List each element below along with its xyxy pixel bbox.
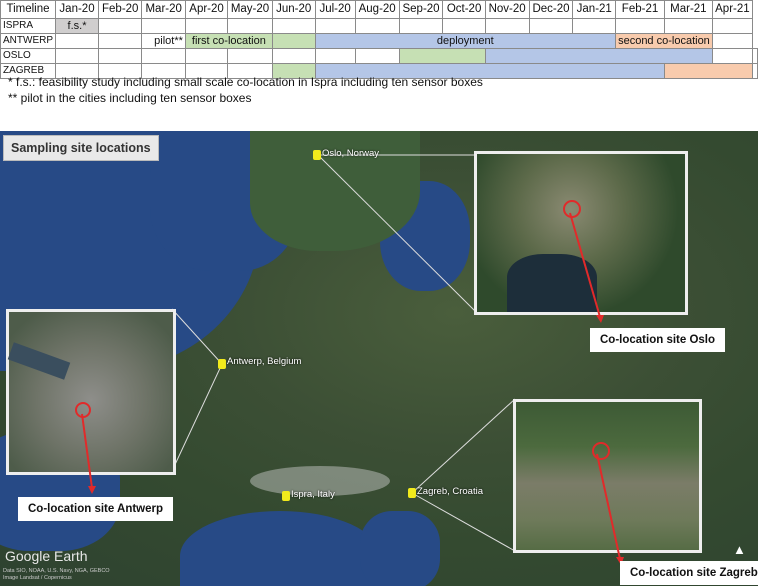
oslo-label: Oslo, Norway xyxy=(322,148,380,159)
zagreb-connector xyxy=(411,398,516,494)
antwerp-circle-icon xyxy=(75,402,91,418)
month-header: Apr-21 xyxy=(711,0,754,19)
month-header: Mar-21 xyxy=(663,0,713,19)
footnotes: * f.s.: feasibility study including smal… xyxy=(8,74,483,106)
zagreb-circle-icon xyxy=(592,442,610,460)
antwerp-pin-icon xyxy=(218,359,226,369)
month-header: Aug-20 xyxy=(354,0,400,19)
imagery-credits: Data SIO, NOAA, U.S. Navy, NGA, GEBCO Im… xyxy=(3,568,110,582)
zagreb-connector xyxy=(411,492,516,552)
month-header: Jul-20 xyxy=(314,0,356,19)
oslo-callout: Co-location site Oslo xyxy=(590,328,726,352)
footnote-pilot: ** pilot in the cities including ten sen… xyxy=(8,91,252,105)
month-header: Apr-20 xyxy=(184,0,229,19)
oslo-pin-icon xyxy=(313,150,321,160)
pilot-label: pilot** xyxy=(141,33,186,49)
antwerp-inset-image xyxy=(6,309,176,475)
antwerp-label: Antwerp, Belgium xyxy=(227,356,302,367)
second-colocation-bar: second co-location xyxy=(615,33,713,49)
first-colocation-bar-end xyxy=(271,33,316,49)
oslo-connector xyxy=(317,154,476,312)
month-header: Jun-20 xyxy=(271,0,316,19)
ispra-label: Ispra, Italy xyxy=(291,489,335,500)
oslo-inset-image xyxy=(474,151,688,315)
month-header: Feb-20 xyxy=(98,0,143,19)
footnote-feasibility: * f.s.: feasibility study including smal… xyxy=(8,75,483,89)
month-header: May-20 xyxy=(227,0,273,19)
row-label-oslo: OSLO xyxy=(0,48,56,64)
timeline-row-antwerp: ANTWERP pilot** first co-location deploy… xyxy=(0,33,758,49)
timeline-header-row: Timeline Jan-20 Feb-20 Mar-20 Apr-20 May… xyxy=(0,0,758,19)
month-header: Nov-20 xyxy=(484,0,530,19)
timeline-table: Timeline Jan-20 Feb-20 Mar-20 Apr-20 May… xyxy=(0,0,758,79)
google-earth-logo: Google Earth xyxy=(5,548,88,564)
zagreb-label: Zagreb, Croatia xyxy=(417,486,484,497)
oslo-colocation-bar xyxy=(398,48,486,64)
row-label-antwerp: ANTWERP xyxy=(0,33,56,49)
antwerp-callout: Co-location site Antwerp xyxy=(18,497,174,521)
north-arrow-icon: ▲ xyxy=(733,542,746,557)
timeline-row-ispra: ISPRA f.s.* xyxy=(0,18,758,34)
satellite-map: Sampling site locations Oslo, Norway Ant… xyxy=(0,131,758,586)
timeline-header-label: Timeline xyxy=(0,0,56,19)
oslo-fjord xyxy=(507,254,597,312)
zagreb-second-colocation-bar xyxy=(663,63,754,79)
credit-line: Data SIO, NOAA, U.S. Navy, NGA, GEBCO xyxy=(3,568,110,574)
oslo-deployment-bar xyxy=(484,48,713,64)
zagreb-inset-image xyxy=(513,399,702,553)
month-header: Mar-20 xyxy=(141,0,186,19)
timeline-chart: Timeline Jan-20 Feb-20 Mar-20 Apr-20 May… xyxy=(0,0,758,79)
month-header: Oct-20 xyxy=(442,0,486,19)
deployment-bar: deployment xyxy=(314,33,617,49)
zagreb-pin-icon xyxy=(408,488,416,498)
month-header: Dec-20 xyxy=(528,0,574,19)
month-header: Sep-20 xyxy=(398,0,444,19)
zagreb-callout: Co-location site Zagreb xyxy=(620,561,758,585)
row-label-ispra: ISPRA xyxy=(0,18,56,34)
credit-line: Image Landsat / Copernicus xyxy=(3,575,72,581)
month-header: Feb-21 xyxy=(615,0,665,19)
timeline-row-oslo: OSLO xyxy=(0,48,758,64)
oslo-circle-icon xyxy=(563,200,581,218)
month-header: Jan-20 xyxy=(54,0,100,19)
antwerp-connector xyxy=(171,308,223,365)
antwerp-connector xyxy=(171,363,223,472)
month-header: Jan-21 xyxy=(572,0,617,19)
antwerp-river xyxy=(7,342,71,380)
ispra-pin-icon xyxy=(282,491,290,501)
feasibility-bar: f.s.* xyxy=(54,18,100,34)
first-colocation-bar: first co-location xyxy=(184,33,273,49)
